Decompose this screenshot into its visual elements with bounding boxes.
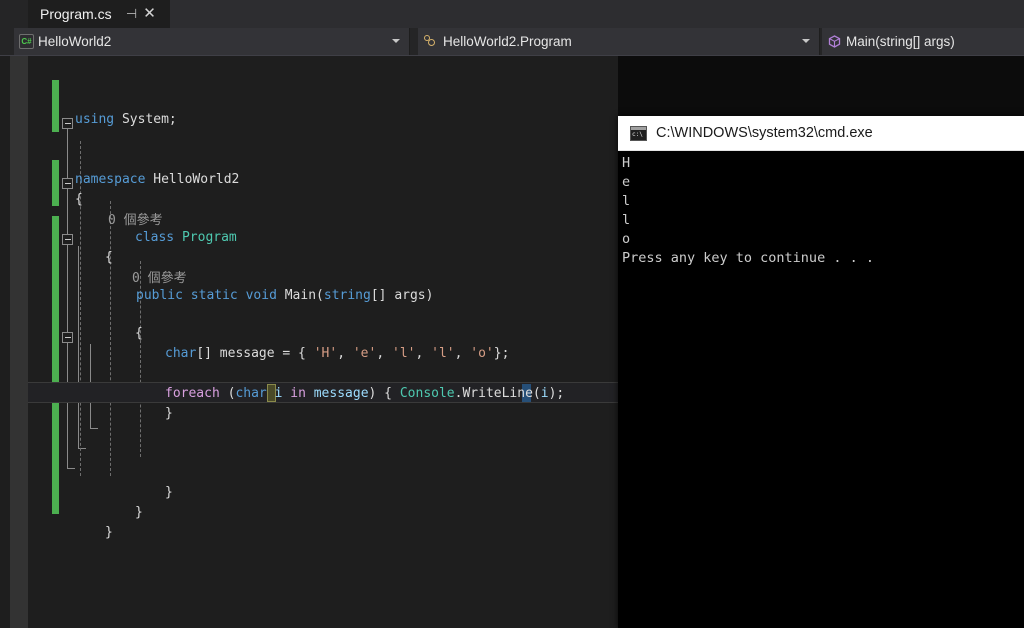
char-literal-e: 'e' [352,346,377,361]
close-icon[interactable]: ✕ [142,6,158,22]
kw-void: void [237,288,277,303]
console-line: Press any key to continue . . . [622,250,874,266]
method-icon [827,34,842,49]
separator: , [376,346,392,361]
cmd-icon [630,125,647,141]
message-end: }; [493,346,510,361]
fold-toggle-namespace[interactable] [62,118,73,129]
code-line-namespace: namespace HelloWorld2 [75,170,239,190]
console-line: e [622,174,631,190]
foreach-close: ) { [368,386,400,401]
paren-open: ( [219,386,236,401]
param-args: [] args [370,288,426,303]
using-namespace: System; [114,112,177,127]
code-line-char-array: char[] message = { 'H', 'e', 'l', 'l', '… [165,344,509,364]
method-name-main: Main [276,288,317,303]
char-literal-h: 'H' [313,346,338,361]
console-line: o [622,231,631,247]
navbar-left-gutter [0,28,14,55]
brace-close-foreach: } [165,406,173,421]
tab-strip-left-gutter [0,0,28,28]
editor-indicator-margin[interactable] [10,56,28,628]
pin-icon[interactable]: ⊣ [124,6,140,22]
navbar-class-dropdown[interactable]: HelloWorld2.Program [418,28,820,55]
separator: , [337,346,353,361]
paren-close: ) [425,288,434,303]
class-icon [423,34,439,49]
namespace-name: HelloWorld2 [145,172,240,187]
document-tab-program-cs[interactable]: Program.cs ⊣ ✕ [28,0,170,28]
brace-open-method: { [135,326,143,341]
chevron-down-icon[interactable] [392,39,400,43]
type-console: Console [399,386,455,401]
indent-guide [110,201,111,476]
kw-foreach: foreach [165,386,220,401]
change-bar [52,484,59,514]
brace-open-class: { [105,250,113,265]
kw-static: static [182,288,238,303]
code-line-foreach: foreach (char i in message) { Console.Wr… [165,384,564,404]
brace-close-namespace: } [105,525,113,540]
separator: , [454,346,471,361]
fold-line [78,246,79,448]
paren-open: ( [532,386,541,401]
method-writeline: WriteLine [462,386,533,401]
char-literal-l1: 'l' [392,346,416,361]
paren-open: ( [316,288,324,303]
editor-edge-strip [0,56,10,628]
fold-toggle-method[interactable] [62,234,73,245]
kw-namespace: namespace [75,172,146,187]
navbar-member-label: Main(string[] args) [846,34,955,49]
message-declaration: [] message = { [196,346,314,361]
statement-end: ); [548,386,565,401]
char-literal-o: 'o' [470,346,494,361]
navbar-project-dropdown[interactable]: HelloWorld2 [14,28,410,55]
navbar-project-label: HelloWorld2 [38,34,112,49]
kw-in: in [282,386,306,401]
console-title-label: C:\WINDOWS\system32\cmd.exe [656,125,873,141]
brace-close-method: } [165,485,173,500]
kw-string: string [323,288,371,303]
brace-open-namespace: { [75,192,83,207]
kw-char: char [235,386,267,401]
argument-i: i [540,386,549,401]
document-tab-strip: Program.cs ⊣ ✕ [0,0,1024,28]
char-literal-l2: 'l' [431,346,455,361]
console-line: l [622,212,631,228]
chevron-down-icon[interactable] [802,39,810,43]
console-output-area[interactable]: H e l l o Press any key to continue . . … [618,151,1024,628]
console-line: l [622,193,631,209]
navbar-class-label: HelloWorld2.Program [443,34,572,49]
tab-label: Program.cs [40,6,112,22]
csharp-file-icon [19,34,34,49]
console-line: H [622,155,631,171]
cmd-console-window[interactable]: C:\WINDOWS\system32\cmd.exe H e l l o Pr… [618,116,1024,628]
kw-char: char [165,346,197,361]
code-line-class: class Program [135,228,237,248]
kw-public: public [136,288,183,303]
collection-message: message [305,386,369,401]
class-name: Program [174,230,237,245]
brace-close-class: } [135,505,143,520]
fold-toggle-foreach[interactable] [62,332,73,343]
code-line-using: using System; [75,110,177,130]
change-bar [52,80,59,132]
fold-end-tick [67,468,75,469]
fold-end-tick [90,428,98,429]
change-bar [52,216,59,506]
kw-class: class [135,230,175,245]
separator: , [415,346,432,361]
console-title-bar[interactable]: C:\WINDOWS\system32\cmd.exe [618,116,1024,151]
code-line-main-signature: public static void Main(string[] args) [136,286,433,306]
navbar-member-dropdown[interactable]: Main(string[] args) [822,28,1024,55]
navigation-bar: HelloWorld2 HelloWorld2.Program Main(str… [0,28,1024,56]
fold-toggle-class[interactable] [62,178,73,189]
kw-using: using [75,112,115,127]
